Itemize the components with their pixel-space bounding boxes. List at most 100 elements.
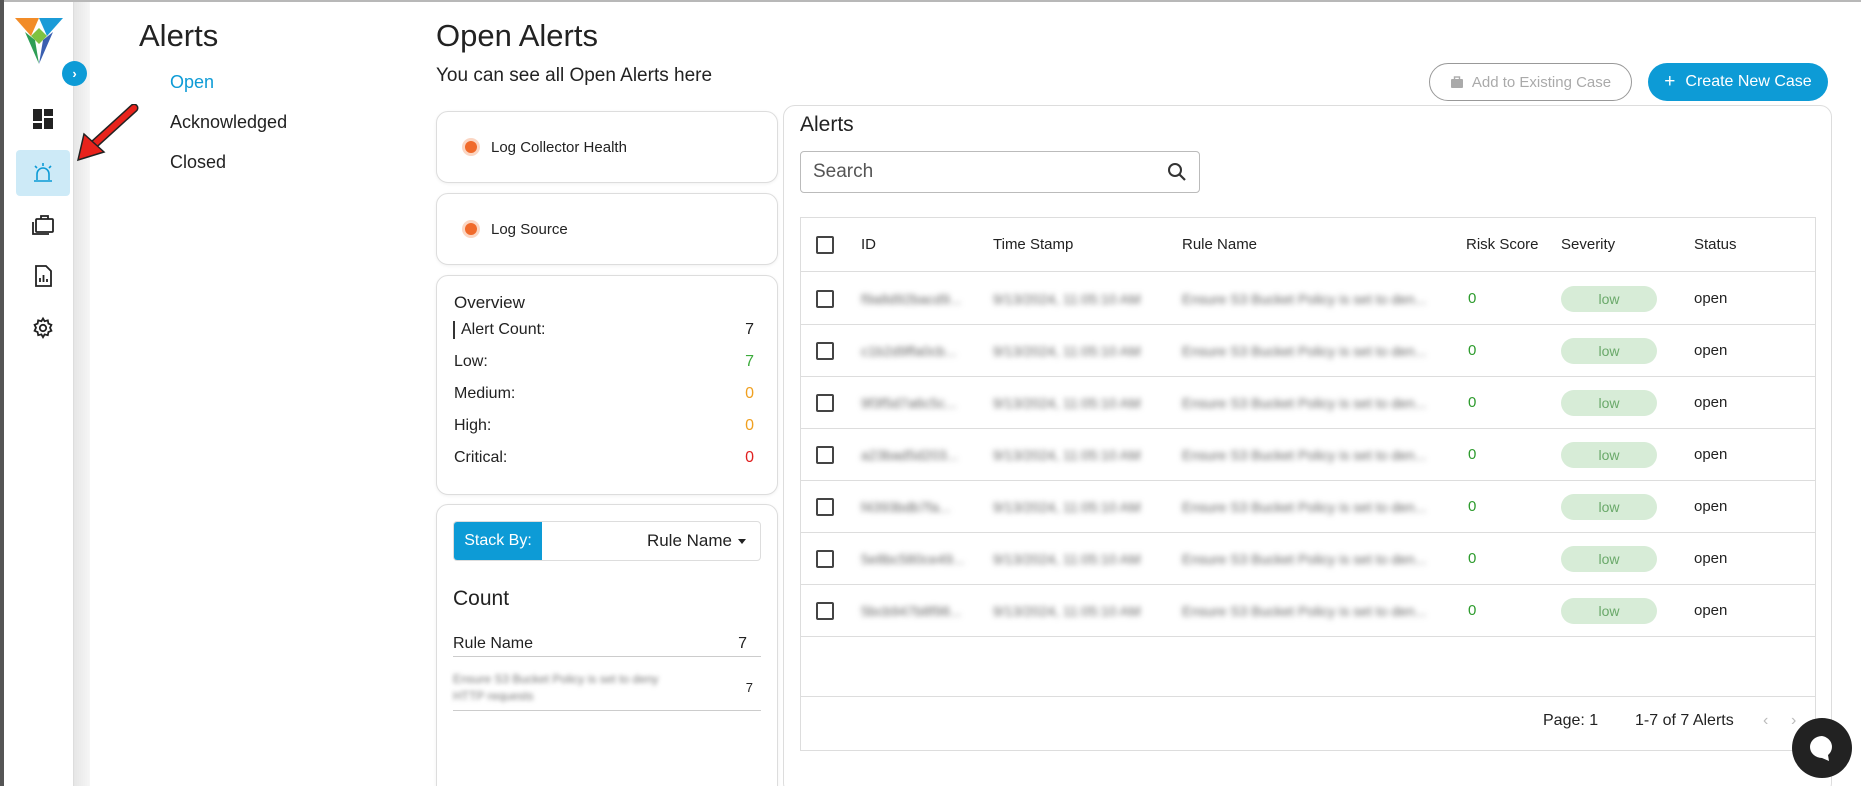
overview-label: Alert Count: (461, 321, 546, 338)
overview-value: 7 (745, 353, 754, 370)
prev-page-icon[interactable]: ‹ (1763, 712, 1768, 730)
table-row[interactable]: a23bad5d203... 9/13/2024, 11:05:10 AM En… (801, 429, 1815, 481)
severity-badge: low (1561, 389, 1657, 416)
alert-id: 5bcb947b8f98... (861, 602, 962, 619)
row-checkbox[interactable] (816, 549, 834, 568)
add-to-existing-case-button[interactable]: Add to Existing Case (1429, 63, 1632, 101)
stack-by-control[interactable]: Stack By: Rule Name (453, 521, 761, 561)
alert-id: 9f3f5d7a6c5c... (861, 394, 957, 411)
overview-value: 0 (745, 385, 754, 402)
search-box[interactable] (800, 151, 1200, 193)
gear-icon[interactable] (16, 305, 70, 351)
status-dot-icon (465, 223, 477, 235)
alert-rule-name: Ensure S3 Bucket Policy is set to den... (1182, 550, 1427, 567)
source-card-log-source[interactable]: Log Source (436, 193, 778, 265)
column-status[interactable]: Status (1694, 236, 1737, 253)
alert-timestamp: 9/13/2024, 11:05:10 AM (993, 446, 1141, 463)
chat-bubble-icon (1810, 736, 1832, 761)
table-row[interactable]: f4393bdb7fa... 9/13/2024, 11:05:10 AM En… (801, 481, 1815, 533)
severity-badge: low (1561, 285, 1657, 312)
chevron-right-icon: › (72, 66, 77, 81)
alert-id: 5e8bc580ce49... (861, 550, 965, 567)
alert-risk-score: 0 (1468, 394, 1477, 411)
table-row[interactable]: 5e8bc580ce49... 9/13/2024, 11:05:10 AM E… (801, 533, 1815, 585)
count-header: Rule Name 7 (453, 635, 761, 657)
column-severity[interactable]: Severity (1561, 236, 1615, 253)
search-icon[interactable] (1167, 162, 1187, 182)
row-checkbox[interactable] (816, 341, 834, 360)
red-arrow-icon (76, 104, 139, 162)
alert-status: open (1694, 498, 1728, 515)
count-row: Ensure S3 Bucket Policy is set to deny H… (453, 665, 761, 711)
table-row[interactable]: 9f3f5d7a6c5c... 9/13/2024, 11:05:10 AM E… (801, 377, 1815, 429)
stack-by-dropdown[interactable]: Rule Name (542, 522, 760, 560)
source-label: Log Source (491, 220, 568, 238)
count-title: Count (453, 587, 510, 610)
row-checkbox[interactable] (816, 497, 834, 516)
report-icon[interactable] (16, 253, 70, 299)
nav-item-open[interactable]: Open (170, 72, 214, 93)
overview-value: 0 (745, 417, 754, 434)
alert-status: open (1694, 602, 1728, 619)
logo-icon (15, 18, 63, 64)
overview-label: High: (454, 417, 492, 434)
row-checkbox[interactable] (816, 445, 834, 464)
table-row[interactable]: c1b2d9ffa0cb... 9/13/2024, 11:05:10 AM E… (801, 325, 1815, 377)
page-indicator: Page: 1 (1543, 712, 1599, 729)
alert-rule-name: Ensure S3 Bucket Policy is set to den... (1182, 290, 1427, 307)
row-checkbox[interactable] (816, 601, 834, 620)
expand-sidebar-button[interactable]: › (62, 61, 87, 86)
alerts-panel: Alerts ID Time Stamp Rule Name Risk Scor… (783, 105, 1832, 786)
source-card-log-collector-health[interactable]: Log Collector Health (436, 111, 778, 183)
column-rule-name[interactable]: Rule Name (1182, 236, 1257, 253)
nav-item-closed[interactable]: Closed (170, 152, 226, 173)
alert-timestamp: 9/13/2024, 11:05:10 AM (993, 602, 1141, 619)
alert-risk-score: 0 (1468, 550, 1477, 567)
row-checkbox[interactable] (816, 393, 834, 412)
overview-row-alert-count: Alert Count: 7 (453, 321, 754, 339)
create-new-case-button[interactable]: + Create New Case (1648, 63, 1828, 101)
column-risk-score[interactable]: Risk Score (1466, 236, 1539, 253)
alert-risk-score: 0 (1468, 446, 1477, 463)
table-row[interactable]: 5bcb947b8f98... 9/13/2024, 11:05:10 AM E… (801, 585, 1815, 637)
column-timestamp[interactable]: Time Stamp (993, 236, 1073, 253)
create-new-case-label: Create New Case (1685, 73, 1812, 90)
table-header: ID Time Stamp Rule Name Risk Score Sever… (801, 218, 1815, 272)
nav-title: Alerts (139, 18, 219, 53)
alert-rule-name: Ensure S3 Bucket Policy is set to den... (1182, 446, 1427, 463)
alert-timestamp: 9/13/2024, 11:05:10 AM (993, 498, 1141, 515)
count-row-value: 7 (745, 680, 753, 695)
alerts-table: ID Time Stamp Rule Name Risk Score Sever… (800, 217, 1816, 751)
chat-widget-button[interactable] (1792, 718, 1852, 778)
alert-timestamp: 9/13/2024, 11:05:10 AM (993, 342, 1141, 359)
count-header-label: Rule Name (453, 635, 534, 652)
severity-badge: low (1561, 493, 1657, 520)
overview-label: Low: (454, 353, 488, 370)
next-page-icon[interactable]: › (1791, 712, 1796, 730)
dashboard-icon[interactable] (16, 96, 70, 142)
alert-id: f4393bdb7fa... (861, 498, 951, 515)
overview-row-low: Low: 7 (454, 353, 754, 371)
alert-rule-name: Ensure S3 Bucket Policy is set to den... (1182, 342, 1427, 359)
row-checkbox[interactable] (816, 289, 834, 308)
table-row[interactable]: f9a8d92bacd9... 9/13/2024, 11:05:10 AM E… (801, 273, 1815, 325)
overview-row-high: High: 0 (454, 417, 754, 435)
alert-id: f9a8d92bacd9... (861, 290, 962, 307)
column-id[interactable]: ID (861, 236, 876, 253)
table-footer-divider (801, 696, 1815, 697)
alert-id: a23bad5d203... (861, 446, 959, 463)
search-input[interactable] (813, 161, 1143, 183)
status-dot-icon (465, 141, 477, 153)
overview-value: 0 (745, 449, 754, 466)
briefcase-icon[interactable] (16, 201, 70, 247)
nav-item-acknowledged[interactable]: Acknowledged (170, 112, 287, 133)
alert-rule-name: Ensure S3 Bucket Policy is set to den... (1182, 602, 1427, 619)
alarm-icon[interactable] (16, 150, 70, 196)
alert-timestamp: 9/13/2024, 11:05:10 AM (993, 550, 1141, 567)
select-all-checkbox[interactable] (816, 235, 834, 254)
top-border (0, 0, 1861, 2)
alert-risk-score: 0 (1468, 498, 1477, 515)
overview-label: Critical: (454, 449, 508, 466)
stack-by-value: Rule Name (646, 531, 732, 550)
overview-title: Overview (454, 293, 525, 312)
